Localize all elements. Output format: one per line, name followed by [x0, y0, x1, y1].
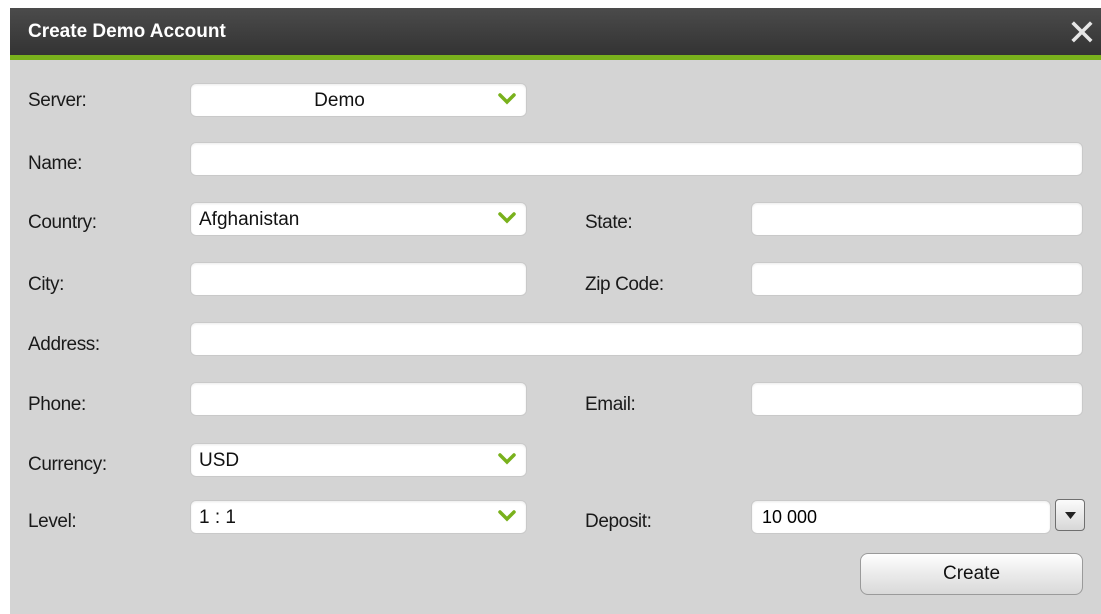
deposit-label: Deposit:: [585, 511, 652, 532]
state-label: State:: [585, 212, 633, 233]
phone-input[interactable]: [191, 383, 526, 415]
name-field[interactable]: [190, 142, 1083, 176]
server-value: Demo: [314, 90, 365, 111]
currency-select[interactable]: USD: [190, 443, 527, 477]
address-input[interactable]: [191, 323, 1082, 355]
server-label: Server:: [28, 90, 87, 111]
country-select[interactable]: Afghanistan: [190, 202, 527, 236]
email-label: Email:: [585, 394, 636, 415]
chevron-down-icon: [498, 212, 516, 224]
create-demo-account-dialog: Create Demo Account ✕ Server: Demo Name:…: [10, 8, 1101, 614]
address-label: Address:: [28, 334, 100, 355]
currency-label: Currency:: [28, 454, 107, 475]
chevron-down-icon: [498, 93, 516, 105]
triangle-down-icon: [1065, 512, 1076, 519]
deposit-dropdown-button[interactable]: [1055, 499, 1085, 531]
close-icon[interactable]: ✕: [1065, 15, 1099, 51]
deposit-field[interactable]: [751, 500, 1051, 534]
phone-label: Phone:: [28, 394, 86, 415]
email-input[interactable]: [752, 383, 1082, 415]
dialog-title: Create Demo Account: [28, 21, 226, 42]
create-button[interactable]: Create: [860, 553, 1083, 595]
city-input[interactable]: [191, 263, 526, 295]
name-label: Name:: [28, 153, 82, 174]
phone-field[interactable]: [190, 382, 527, 416]
level-value: 1 : 1: [199, 507, 236, 528]
email-field[interactable]: [751, 382, 1083, 416]
country-value: Afghanistan: [199, 209, 300, 230]
server-select[interactable]: Demo: [190, 83, 527, 117]
city-field[interactable]: [190, 262, 527, 296]
name-input[interactable]: [191, 143, 1082, 175]
title-bar: Create Demo Account ✕: [10, 8, 1101, 60]
state-field[interactable]: [751, 202, 1083, 236]
level-select[interactable]: 1 : 1: [190, 500, 527, 534]
zip-code-field[interactable]: [751, 262, 1083, 296]
chevron-down-icon: [498, 510, 516, 522]
chevron-down-icon: [498, 453, 516, 465]
currency-value: USD: [199, 450, 240, 471]
city-label: City:: [28, 274, 65, 295]
country-label: Country:: [28, 212, 97, 233]
state-input[interactable]: [752, 203, 1082, 235]
zip-code-input[interactable]: [752, 263, 1082, 295]
address-field[interactable]: [190, 322, 1083, 356]
zip-code-label: Zip Code:: [585, 274, 664, 295]
deposit-input[interactable]: [752, 501, 1050, 533]
level-label: Level:: [28, 511, 77, 532]
